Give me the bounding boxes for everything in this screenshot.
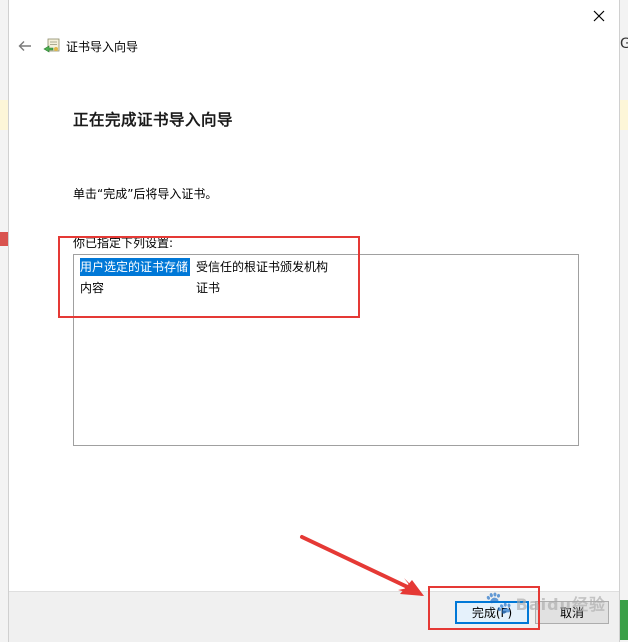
background-strip xyxy=(0,232,8,246)
settings-row-store[interactable]: 用户选定的证书存储 受信任的根证书颁发机构 xyxy=(80,258,328,276)
settings-list[interactable]: 用户选定的证书存储 受信任的根证书颁发机构 内容 证书 xyxy=(73,254,579,446)
page-title: 正在完成证书导入向导 xyxy=(73,111,234,129)
close-icon xyxy=(593,10,605,22)
close-button[interactable] xyxy=(585,2,613,30)
finish-button[interactable]: 完成(F) xyxy=(455,601,529,624)
back-arrow-icon xyxy=(18,41,31,51)
instruction-text: 单击“完成”后将导入证书。 xyxy=(73,187,218,201)
background-glyph: G xyxy=(620,36,628,52)
background-strip xyxy=(0,100,8,130)
settings-value: 受信任的根证书颁发机构 xyxy=(196,260,329,274)
settings-key: 内容 xyxy=(80,281,105,295)
settings-value: 证书 xyxy=(196,281,221,295)
settings-row-content[interactable]: 内容 证书 xyxy=(80,279,220,297)
background-right-edge: G xyxy=(620,0,628,642)
background-left-edge xyxy=(0,0,8,642)
cancel-button[interactable]: 取消 xyxy=(535,601,609,624)
screenshot-stage: G 证书导入向导 正在完成证书导入向导 单击“完成”后将导入证书。 你已指定下列… xyxy=(0,0,628,642)
certificate-wizard-icon xyxy=(43,38,60,53)
background-strip xyxy=(620,600,628,640)
wizard-footer: 完成(F) 取消 xyxy=(9,591,619,642)
back-button[interactable] xyxy=(15,36,35,56)
window-title: 证书导入向导 xyxy=(66,40,139,54)
settings-label: 你已指定下列设置: xyxy=(73,236,174,250)
certificate-import-wizard-window: 证书导入向导 正在完成证书导入向导 单击“完成”后将导入证书。 你已指定下列设置… xyxy=(8,0,620,642)
background-strip xyxy=(620,100,628,130)
settings-key: 用户选定的证书存储 xyxy=(80,258,191,276)
